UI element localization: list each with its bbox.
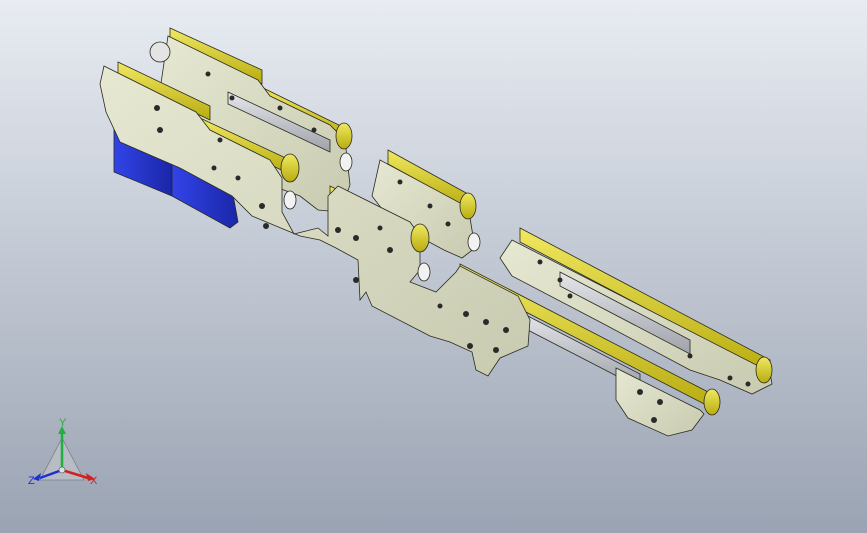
model-render[interactable] bbox=[0, 0, 867, 533]
x-axis-label: X bbox=[90, 475, 98, 487]
triad-origin bbox=[58, 466, 66, 474]
graphics-viewport[interactable]: Y Z X bbox=[0, 0, 867, 533]
triad-graphic bbox=[33, 426, 95, 481]
y-axis-label: Y bbox=[59, 417, 67, 429]
reference-triad: Y Z X bbox=[22, 418, 112, 498]
z-axis-label: Z bbox=[28, 475, 35, 487]
